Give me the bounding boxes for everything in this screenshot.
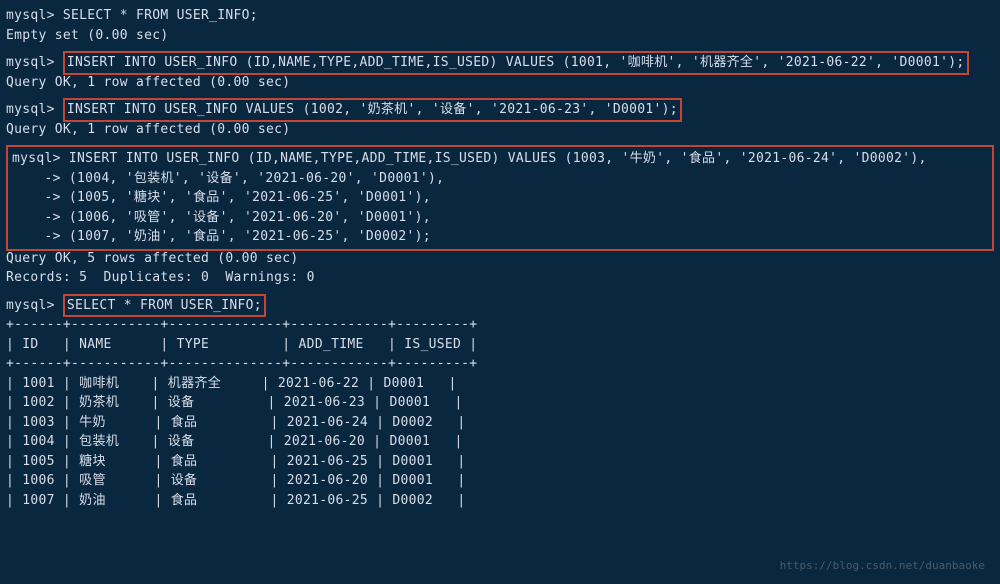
terminal-line: mysql> SELECT * FROM USER_INFO; (6, 6, 994, 26)
terminal-line: Query OK, 5 rows affected (0.00 sec) (6, 249, 994, 269)
terminal-line: mysql> INSERT INTO USER_INFO (ID,NAME,TY… (12, 149, 988, 169)
table-row: | 1006 | 吸管 | 设备 | 2021-06-20 | D0001 | (6, 471, 994, 491)
table-header: | ID | NAME | TYPE | ADD_TIME | IS_USED … (6, 335, 994, 355)
table-row: | 1004 | 包装机 | 设备 | 2021-06-20 | D0001 | (6, 432, 994, 452)
highlighted-sql-insert-1: INSERT INTO USER_INFO (ID,NAME,TYPE,ADD_… (63, 51, 969, 75)
highlighted-sql-insert-2: INSERT INTO USER_INFO VALUES (1002, '奶茶机… (63, 98, 682, 122)
terminal-line: Empty set (0.00 sec) (6, 26, 994, 46)
terminal-line: -> (1007, '奶油', '食品', '2021-06-25', 'D00… (12, 227, 988, 247)
terminal-line: mysql> INSERT INTO USER_INFO VALUES (100… (6, 100, 994, 120)
terminal-line: mysql> INSERT INTO USER_INFO (ID,NAME,TY… (6, 53, 994, 73)
table-row: | 1003 | 牛奶 | 食品 | 2021-06-24 | D0002 | (6, 413, 994, 433)
highlighted-sql-insert-multi: mysql> INSERT INTO USER_INFO (ID,NAME,TY… (6, 145, 994, 251)
terminal-line: Records: 5 Duplicates: 0 Warnings: 0 (6, 268, 994, 288)
highlighted-sql-select: SELECT * FROM USER_INFO; (63, 294, 266, 318)
terminal-line: -> (1004, '包装机', '设备', '2021-06-20', 'D0… (12, 169, 988, 189)
terminal-line: Query OK, 1 row affected (0.00 sec) (6, 120, 994, 140)
terminal-line: Query OK, 1 row affected (0.00 sec) (6, 73, 994, 93)
mysql-prompt: mysql> (6, 55, 63, 70)
table-row: | 1005 | 糖块 | 食品 | 2021-06-25 | D0001 | (6, 452, 994, 472)
table-row: | 1002 | 奶茶机 | 设备 | 2021-06-23 | D0001 | (6, 393, 994, 413)
terminal-line: -> (1006, '吸管', '设备', '2021-06-20', 'D00… (12, 208, 988, 228)
terminal-line: -> (1005, '糖块', '食品', '2021-06-25', 'D00… (12, 188, 988, 208)
table-row: | 1007 | 奶油 | 食品 | 2021-06-25 | D0002 | (6, 491, 994, 511)
table-separator: +------+-----------+--------------+-----… (6, 354, 994, 374)
terminal-line: mysql> SELECT * FROM USER_INFO; (6, 296, 994, 316)
table-row: | 1001 | 咖啡机 | 机器齐全 | 2021-06-22 | D0001… (6, 374, 994, 394)
table-separator: +------+-----------+--------------+-----… (6, 315, 994, 335)
watermark: https://blog.csdn.net/duanbaoke (780, 558, 985, 575)
mysql-prompt: mysql> (6, 102, 63, 117)
mysql-prompt: mysql> (6, 298, 63, 313)
